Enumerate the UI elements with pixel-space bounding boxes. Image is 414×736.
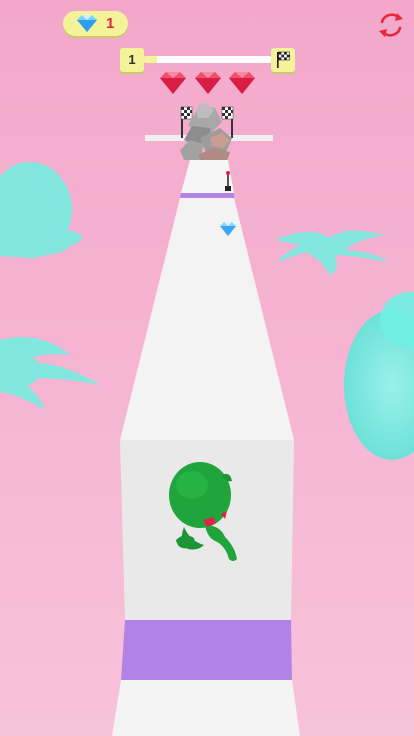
finish-flag-badge [271, 48, 295, 72]
collected-gems-row [160, 72, 256, 96]
gem-counter: 1 [63, 11, 128, 36]
game-world [0, 0, 414, 736]
checkered-flag-icon [277, 51, 290, 68]
game-scene: 1 1 [0, 0, 414, 736]
restart-icon[interactable] [376, 10, 406, 40]
purple-gate-near [121, 620, 292, 680]
level-progress: 1 [120, 48, 295, 72]
ruby-icon [229, 72, 255, 94]
gem-count: 1 [106, 15, 115, 32]
progress-track [144, 56, 271, 63]
ruby-icon [195, 72, 221, 94]
progress-fill [144, 56, 157, 63]
road-near [112, 680, 300, 736]
purple-gate-far [180, 193, 234, 198]
current-level-badge: 1 [120, 48, 144, 72]
diamond-icon [77, 15, 97, 32]
ruby-icon [160, 72, 186, 94]
